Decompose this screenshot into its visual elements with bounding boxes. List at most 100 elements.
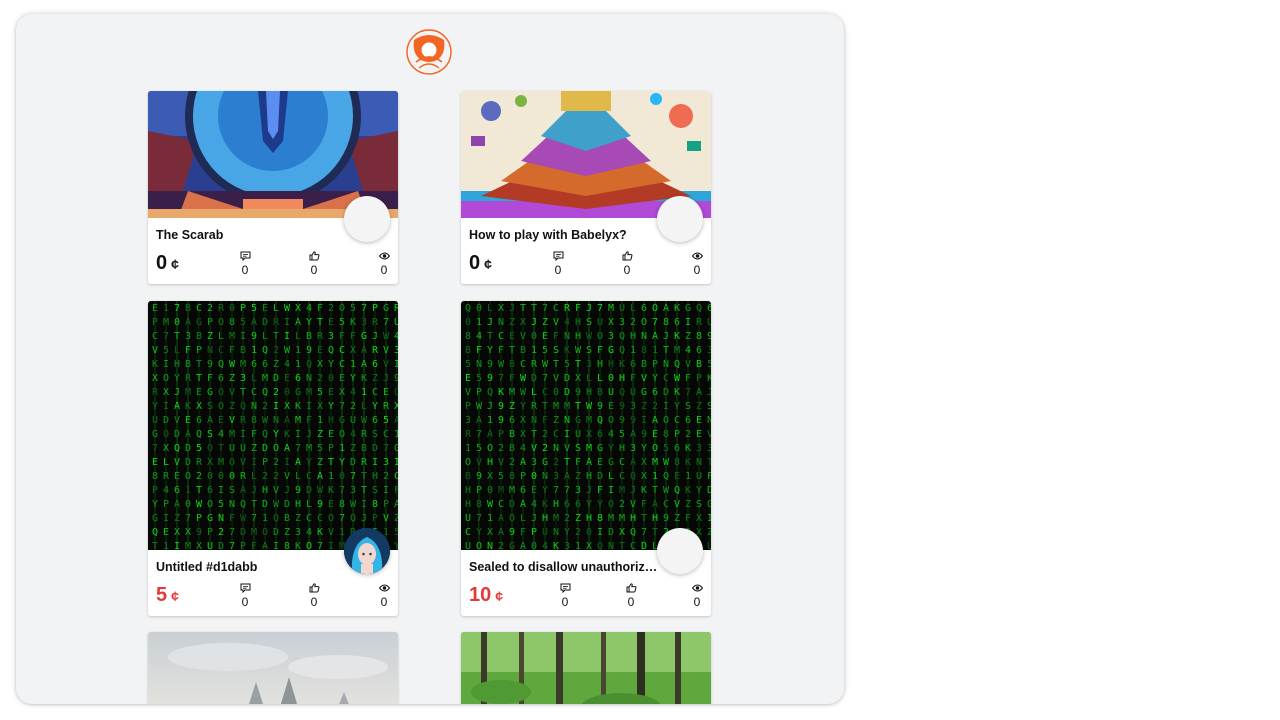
svg-text:F: F bbox=[509, 373, 515, 384]
card-image[interactable] bbox=[461, 632, 711, 704]
svg-text:3: 3 bbox=[553, 471, 559, 482]
svg-text:C: C bbox=[394, 471, 398, 482]
svg-text:A: A bbox=[361, 345, 367, 356]
nft-card[interactable]: The Scarab 0 ¢ 0 0 0 bbox=[148, 91, 398, 284]
comment-icon bbox=[553, 251, 563, 261]
svg-text:M: M bbox=[509, 387, 515, 398]
nft-card[interactable] bbox=[461, 632, 711, 704]
svg-text:A: A bbox=[251, 317, 257, 328]
svg-text:I: I bbox=[240, 331, 246, 342]
svg-text:F: F bbox=[630, 373, 636, 384]
svg-text:E: E bbox=[328, 317, 334, 328]
svg-text:6: 6 bbox=[295, 373, 301, 384]
svg-text:K: K bbox=[152, 359, 158, 370]
svg-text:T: T bbox=[487, 331, 493, 342]
svg-text:X: X bbox=[608, 317, 614, 328]
svg-text:8: 8 bbox=[152, 471, 158, 482]
svg-text:9: 9 bbox=[619, 415, 625, 426]
card-price: 10 ¢ bbox=[469, 584, 503, 607]
svg-text:O: O bbox=[487, 443, 493, 454]
svg-text:B: B bbox=[185, 359, 191, 370]
svg-text:M: M bbox=[306, 443, 312, 454]
svg-text:3: 3 bbox=[707, 443, 711, 454]
svg-text:N: N bbox=[663, 359, 669, 370]
svg-text:F: F bbox=[207, 373, 213, 384]
svg-text:B: B bbox=[284, 513, 290, 524]
svg-text:B: B bbox=[696, 359, 702, 370]
svg-text:Q: Q bbox=[630, 527, 636, 538]
card-image[interactable] bbox=[148, 632, 398, 704]
svg-text:Z: Z bbox=[575, 471, 581, 482]
comments-stat[interactable]: 0 bbox=[230, 251, 260, 277]
svg-text:G: G bbox=[196, 317, 202, 328]
likes-stat[interactable]: 0 bbox=[616, 583, 646, 609]
svg-text:M: M bbox=[306, 387, 312, 398]
svg-text:J: J bbox=[361, 513, 367, 524]
app-logo-icon[interactable] bbox=[405, 28, 453, 76]
views-stat[interactable]: 0 bbox=[369, 583, 398, 609]
svg-text:1: 1 bbox=[630, 345, 636, 356]
svg-text:O: O bbox=[663, 415, 669, 426]
likes-stat[interactable]: 0 bbox=[299, 251, 329, 277]
svg-text:B: B bbox=[597, 387, 603, 398]
svg-text:Q: Q bbox=[350, 513, 356, 524]
svg-text:6: 6 bbox=[509, 415, 515, 426]
svg-text:D: D bbox=[174, 429, 180, 440]
svg-text:P: P bbox=[476, 387, 482, 398]
svg-text:1: 1 bbox=[295, 359, 301, 370]
svg-text:C: C bbox=[317, 513, 323, 524]
svg-text:B: B bbox=[465, 345, 471, 356]
svg-text:1: 1 bbox=[361, 387, 367, 398]
svg-text:G: G bbox=[597, 443, 603, 454]
svg-text:C: C bbox=[663, 373, 669, 384]
svg-text:9: 9 bbox=[619, 401, 625, 412]
nft-card[interactable]: Q08B5EVP3R1OBHHUCU014FN5PWA75V9P87YOLJTY… bbox=[461, 301, 711, 616]
svg-text:0: 0 bbox=[229, 471, 235, 482]
svg-text:V: V bbox=[498, 457, 504, 468]
views-stat[interactable]: 0 bbox=[682, 583, 711, 609]
svg-text:A: A bbox=[564, 471, 570, 482]
comments-stat[interactable]: 0 bbox=[543, 251, 573, 277]
svg-text:2: 2 bbox=[553, 457, 559, 468]
currency-symbol: ¢ bbox=[171, 256, 179, 272]
svg-text:P: P bbox=[372, 303, 378, 314]
svg-text:4: 4 bbox=[350, 429, 356, 440]
nft-card[interactable]: How to play with Babelyx? 0 ¢ 0 0 0 bbox=[461, 91, 711, 284]
svg-text:O: O bbox=[608, 499, 614, 510]
svg-text:K: K bbox=[317, 527, 323, 538]
svg-text:H: H bbox=[465, 499, 471, 510]
likes-stat[interactable]: 0 bbox=[612, 251, 642, 277]
views-stat[interactable]: 0 bbox=[369, 251, 398, 277]
svg-text:D: D bbox=[531, 373, 537, 384]
svg-text:N: N bbox=[531, 415, 537, 426]
svg-text:7: 7 bbox=[542, 373, 548, 384]
svg-text:E: E bbox=[317, 345, 323, 356]
card-image[interactable]: Q08B5EVP3R1OBHHUCU014FN5PWA75V9P87YOLJTY… bbox=[461, 301, 711, 550]
nft-card[interactable] bbox=[148, 632, 398, 704]
card-image[interactable]: EPCVKXRYUG7E8PYGQT1M75IOXIDOXLR4PIE170TL… bbox=[148, 301, 398, 550]
svg-text:1: 1 bbox=[339, 527, 345, 538]
svg-text:R: R bbox=[361, 457, 368, 468]
svg-text:P: P bbox=[163, 499, 169, 510]
views-stat[interactable]: 0 bbox=[682, 251, 711, 277]
svg-text:M: M bbox=[240, 359, 246, 370]
svg-text:A: A bbox=[498, 527, 504, 538]
currency-symbol: ¢ bbox=[484, 256, 492, 272]
svg-text:Y: Y bbox=[487, 345, 493, 356]
likes-stat[interactable]: 0 bbox=[299, 583, 329, 609]
svg-text:1: 1 bbox=[476, 317, 482, 328]
svg-text:E: E bbox=[328, 499, 334, 510]
svg-text:T: T bbox=[317, 317, 323, 328]
svg-text:O: O bbox=[476, 541, 482, 550]
svg-text:M: M bbox=[163, 317, 169, 328]
svg-text:T: T bbox=[174, 331, 180, 342]
nft-card[interactable]: EPCVKXRYUG7E8PYGQT1M75IOXIDOXLR4PIE170TL… bbox=[148, 301, 398, 616]
svg-text:V: V bbox=[229, 415, 235, 426]
comments-stat[interactable]: 0 bbox=[230, 583, 260, 609]
svg-text:9: 9 bbox=[663, 513, 669, 524]
svg-text:Q: Q bbox=[394, 387, 398, 398]
svg-text:G: G bbox=[575, 415, 581, 426]
svg-text:E: E bbox=[531, 485, 537, 496]
svg-text:Y: Y bbox=[542, 485, 548, 496]
comments-stat[interactable]: 0 bbox=[550, 583, 580, 609]
